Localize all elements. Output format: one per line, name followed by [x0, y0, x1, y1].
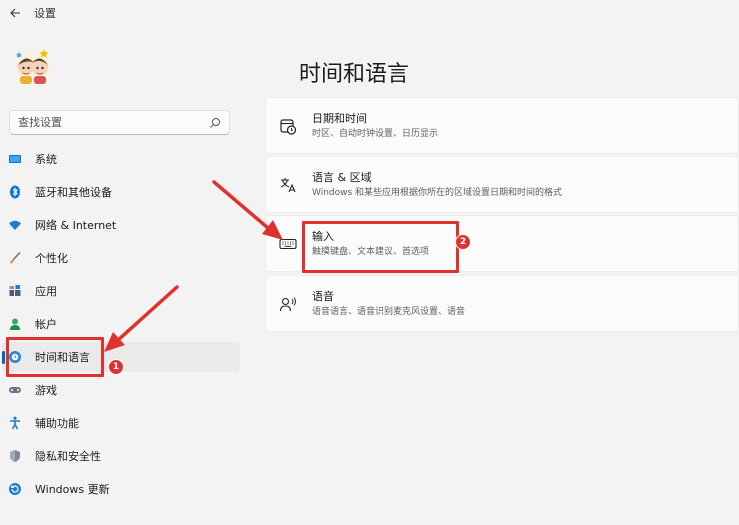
- person-icon: [8, 317, 22, 331]
- card-subtitle: 时区、自动时钟设置、日历显示: [312, 128, 439, 139]
- sidebar-item-bluetooth[interactable]: 蓝牙和其他设备: [2, 177, 240, 207]
- card-subtitle: 语音语言、语音识别麦克风设置、语音: [312, 306, 466, 317]
- step-badge-2: 2: [455, 234, 471, 250]
- sidebar-item-accounts[interactable]: 帐户: [2, 309, 240, 339]
- search-box[interactable]: [9, 110, 230, 135]
- card-typing[interactable]: 输入 触摸键盘、文本建议、首选项: [265, 215, 739, 272]
- shield-icon: [8, 449, 22, 463]
- globe-clock-icon: [8, 350, 22, 364]
- title-bar: 设置: [0, 0, 739, 26]
- card-date-time[interactable]: 日期和时间 时区、自动时钟设置、日历显示: [265, 97, 739, 154]
- back-button[interactable]: [2, 0, 28, 26]
- user-avatar-icon: [14, 49, 52, 87]
- sidebar-item-label: Windows 更新: [35, 483, 110, 496]
- speech-icon: [278, 294, 298, 314]
- avatar[interactable]: [10, 43, 56, 89]
- sidebar-item-label: 帐户: [35, 318, 57, 331]
- update-icon: [8, 482, 22, 496]
- step-badge-1: 1: [108, 359, 124, 375]
- sidebar-item-label: 游戏: [35, 384, 57, 397]
- sidebar-item-label: 系统: [35, 153, 57, 166]
- card-subtitle: 触摸键盘、文本建议、首选项: [312, 246, 430, 257]
- sidebar-item-label: 个性化: [35, 252, 68, 265]
- sidebar-item-label: 隐私和安全性: [35, 450, 101, 463]
- card-title: 语言 & 区域: [312, 170, 372, 184]
- sidebar-item-gaming[interactable]: 游戏: [2, 375, 240, 405]
- sidebar-item-personalization[interactable]: 个性化: [2, 243, 240, 273]
- card-subtitle: Windows 和某些应用根据你所在的区域设置日期和时间的格式: [312, 187, 563, 198]
- sidebar-item-system[interactable]: 系统: [2, 144, 240, 174]
- card-speech[interactable]: 语音 语音语言、语音识别麦克风设置、语音: [265, 275, 739, 332]
- sidebar-item-windows-update[interactable]: Windows 更新: [2, 474, 240, 504]
- card-title: 语音: [312, 289, 334, 303]
- search-input[interactable]: [18, 116, 209, 129]
- calendar-clock-icon: [278, 116, 298, 136]
- sidebar-item-label: 蓝牙和其他设备: [35, 186, 112, 199]
- back-arrow-icon: [10, 8, 20, 18]
- sidebar-item-accessibility[interactable]: 辅助功能: [2, 408, 240, 438]
- sidebar-item-network[interactable]: 网络 & Internet: [2, 210, 240, 240]
- page-title: 时间和语言: [299, 62, 410, 87]
- window-title: 设置: [34, 7, 56, 20]
- monitor-icon: [8, 152, 22, 166]
- keyboard-icon: [278, 234, 298, 254]
- sidebar-item-privacy[interactable]: 隐私和安全性: [2, 441, 240, 471]
- sidebar-item-label: 时间和语言: [35, 351, 90, 364]
- sidebar-item-label: 网络 & Internet: [35, 219, 117, 232]
- accessibility-icon: [8, 416, 22, 430]
- brush-icon: [8, 251, 22, 265]
- gamepad-icon: [8, 383, 22, 397]
- sidebar-item-apps[interactable]: 应用: [2, 276, 240, 306]
- search-icon[interactable]: [209, 117, 221, 129]
- language-icon: [278, 175, 298, 195]
- sidebar-item-label: 辅助功能: [35, 417, 79, 430]
- bluetooth-icon: [8, 185, 22, 199]
- wifi-icon: [8, 218, 22, 232]
- card-title: 输入: [312, 229, 334, 243]
- apps-icon: [8, 284, 22, 298]
- card-title: 日期和时间: [312, 111, 367, 125]
- sidebar-item-label: 应用: [35, 285, 57, 298]
- card-language-region[interactable]: 语言 & 区域 Windows 和某些应用根据你所在的区域设置日期和时间的格式: [265, 156, 739, 213]
